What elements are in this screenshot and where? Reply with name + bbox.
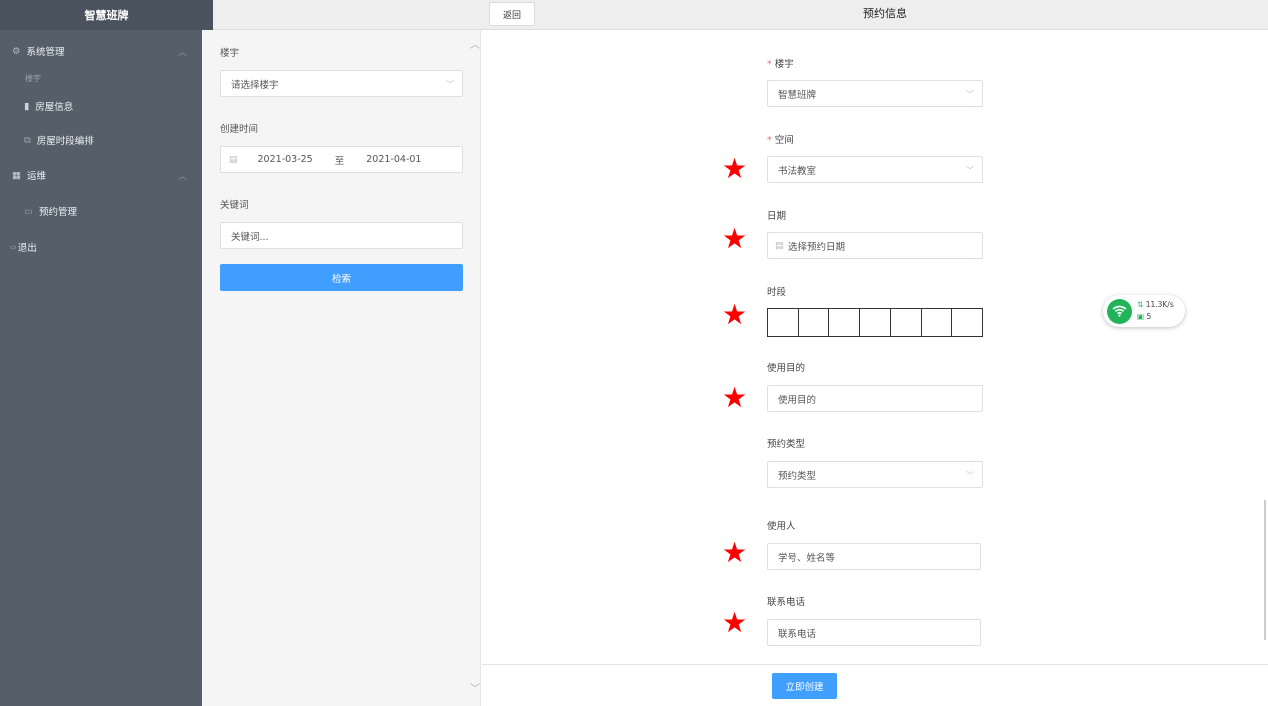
- star-icon: ★: [722, 381, 748, 414]
- time-slot[interactable]: [891, 309, 922, 336]
- form-date-picker[interactable]: ▤ 选择预约日期: [767, 232, 983, 259]
- form-space-label: * 空间: [767, 135, 794, 146]
- sidebar-item-label: 房屋时段编排: [36, 136, 94, 147]
- form-purpose-input[interactable]: 使用目的: [767, 385, 983, 412]
- input-placeholder: 关键词...: [231, 231, 269, 243]
- star-icon: ★: [722, 152, 748, 185]
- sidebar-item-label: 房屋信息: [35, 102, 74, 113]
- form-space-select[interactable]: 书法教室 ﹀: [767, 156, 983, 183]
- star-icon: ★: [722, 298, 748, 331]
- filter-building-label: 楼宇: [220, 48, 240, 59]
- form-footer: 立即创建: [482, 664, 1268, 706]
- form-user-label: 使用人: [767, 521, 796, 532]
- chevron-down-icon: ﹀: [966, 166, 974, 175]
- app-title: 智慧班牌: [0, 0, 213, 30]
- calendar-icon: ▭: [24, 205, 33, 217]
- star-icon: ★: [722, 536, 748, 569]
- calendar-icon: ▤: [775, 240, 784, 251]
- sidebar-group-system[interactable]: ⚙ 系统管理: [12, 44, 65, 59]
- wifi-icon: [1107, 298, 1132, 324]
- form-user-input[interactable]: 学号、姓名等: [767, 543, 981, 570]
- input-placeholder: 学号、姓名等: [778, 552, 836, 564]
- required-mark: *: [767, 59, 772, 70]
- form-building-select[interactable]: 智慧班牌 ﹀: [767, 80, 983, 107]
- time-slot[interactable]: [952, 309, 982, 336]
- filter-created-label: 创建时间: [220, 124, 259, 135]
- form-type-label: 预约类型: [767, 439, 806, 450]
- sidebar-bottom: [0, 500, 202, 706]
- star-icon: ★: [722, 222, 748, 255]
- star-icon: ★: [722, 606, 748, 639]
- form-phone-input[interactable]: 联系电话: [767, 619, 981, 646]
- create-button[interactable]: 立即创建: [772, 673, 837, 699]
- filter-panel: ︿ ﹀ 楼宇 请选择楼宇 ﹀ 创建时间 ▤ 2021-03-25 至 2021-…: [202, 30, 481, 706]
- chevron-down-icon: ﹀: [966, 471, 974, 480]
- back-button[interactable]: 返回: [489, 2, 535, 26]
- select-value: 智慧班牌: [778, 89, 817, 101]
- lock-icon: ▣: [1137, 312, 1145, 321]
- network-info: ⇅ 11.3K/s ▣ 5: [1137, 299, 1174, 323]
- grid-icon: ▦: [12, 169, 21, 181]
- reservation-form: * 楼宇 智慧班牌 ﹀ * 空间 ★ 书法教室 ﹀ 日期 ★ ▤ 选择预约日期 时段…: [482, 30, 1268, 706]
- scroll-down-icon[interactable]: ﹀: [470, 680, 480, 695]
- sidebar: 智慧班牌 ⚙ 系统管理 ︿ 楼宇 ▮ 房屋信息 ⧉ 房屋时段编排 ▦ 运维 ︿ …: [0, 0, 213, 500]
- sidebar-item-schedule[interactable]: ⧉ 房屋时段编排: [24, 133, 94, 148]
- sidebar-item-logout[interactable]: ⇨ 退出: [10, 240, 37, 255]
- chevron-down-icon: ﹀: [446, 80, 454, 89]
- filter-building-select[interactable]: 请选择楼宇 ﹀: [220, 70, 463, 97]
- input-placeholder: 联系电话: [778, 628, 817, 640]
- form-building-label: * 楼宇: [767, 59, 794, 70]
- chevron-up-icon[interactable]: ︿: [178, 169, 187, 182]
- input-placeholder: 选择预约日期: [787, 241, 845, 253]
- scrollbar[interactable]: [1264, 500, 1266, 640]
- date-end[interactable]: 2021-04-01: [366, 154, 421, 165]
- form-date-label: 日期: [767, 211, 787, 222]
- sidebar-item-house-info[interactable]: ▮ 房屋信息: [24, 99, 74, 114]
- time-slot[interactable]: [922, 309, 953, 336]
- required-mark: *: [767, 135, 772, 146]
- speed-arrows-icon: ⇅: [1137, 300, 1144, 309]
- network-widget[interactable]: ⇅ 11.3K/s ▣ 5: [1103, 295, 1185, 327]
- date-start[interactable]: 2021-03-25: [258, 154, 313, 165]
- network-count: 5: [1146, 312, 1152, 321]
- filter-keyword-input[interactable]: 关键词...: [220, 222, 463, 249]
- form-type-select[interactable]: 预约类型 ﹀: [767, 461, 983, 488]
- date-separator: 至: [334, 155, 345, 167]
- time-slot[interactable]: [829, 309, 861, 336]
- form-phone-label: 联系电话: [767, 597, 806, 608]
- sidebar-group-label: 系统管理: [26, 47, 65, 58]
- network-speed: 11.3K/s: [1145, 300, 1174, 309]
- select-value: 预约类型: [778, 470, 817, 482]
- input-placeholder: 使用目的: [778, 394, 817, 406]
- calendar-icon: ▤: [229, 154, 238, 165]
- sidebar-group-label: 运维: [26, 171, 46, 182]
- chevron-down-icon: ﹀: [966, 90, 974, 99]
- time-slot-grid: [767, 308, 983, 337]
- sidebar-group-ops[interactable]: ▦ 运维: [12, 168, 46, 183]
- logout-icon: ⇨: [10, 242, 17, 252]
- search-button[interactable]: 检索: [220, 264, 463, 291]
- select-value: 书法教室: [778, 165, 817, 177]
- form-period-label: 时段: [767, 287, 787, 298]
- chevron-up-icon[interactable]: ︿: [178, 45, 187, 58]
- filter-date-range[interactable]: ▤ 2021-03-25 至 2021-04-01: [220, 146, 463, 173]
- topbar: 返回 预约信息: [213, 0, 1268, 30]
- sidebar-item-label: 预约管理: [38, 207, 77, 218]
- sidebar-small-label: 楼宇: [25, 74, 41, 83]
- scroll-up-icon[interactable]: ︿: [470, 36, 480, 51]
- filter-keyword-label: 关键词: [220, 200, 249, 211]
- gear-icon: ⚙: [12, 45, 21, 57]
- time-slot[interactable]: [860, 309, 891, 336]
- page-title: 预约信息: [863, 7, 907, 20]
- time-slot[interactable]: [799, 309, 830, 336]
- sidebar-item-label: 退出: [17, 243, 37, 254]
- building-icon: ▮: [24, 100, 30, 112]
- form-purpose-label: 使用目的: [767, 363, 806, 374]
- time-slot[interactable]: [768, 309, 799, 336]
- copy-icon: ⧉: [24, 134, 31, 146]
- sidebar-item-reservation[interactable]: ▭ 预约管理: [24, 204, 77, 219]
- select-value: 请选择楼宇: [231, 79, 279, 91]
